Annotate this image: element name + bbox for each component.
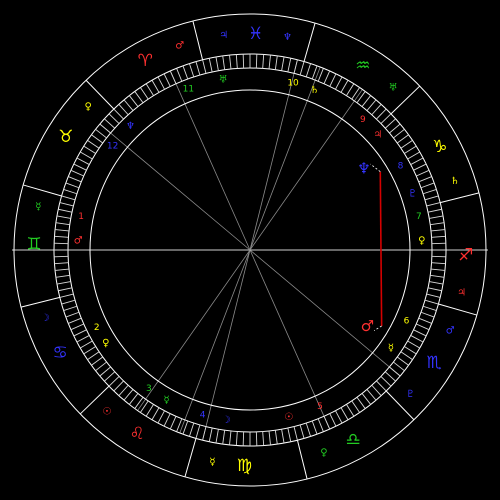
sign-pisces-ruler-glyph: ♃	[219, 30, 228, 41]
house-8-number: 8	[398, 162, 404, 172]
house-6-ruler-glyph: ☿	[388, 343, 394, 354]
house-5-number: 5	[317, 402, 323, 412]
house-12-number: 12	[107, 141, 118, 151]
sign-taurus-glyph: ♉	[58, 127, 73, 147]
house-10-number: 10	[287, 78, 299, 88]
house-7-number: 7	[416, 212, 422, 222]
sign-leo-ruler-glyph: ☉	[102, 406, 111, 417]
house-9-number: 9	[360, 115, 366, 125]
house-3-ruler-glyph: ☿	[164, 395, 170, 406]
sign-leo-glyph: ♌	[130, 424, 145, 444]
house-4-number: 4	[200, 410, 206, 420]
sign-aquarius-ruler-glyph: ♅	[389, 83, 398, 94]
house-9-ruler-glyph: ♃	[373, 129, 382, 140]
sign-taurus-ruler-glyph: ♀	[85, 101, 92, 112]
sign-libra-ruler-glyph: ♀	[320, 447, 327, 458]
sign-scorpio-ruler-glyph: ♇	[406, 389, 415, 400]
sign-cancer-ruler-glyph: ☽	[41, 313, 50, 324]
sign-sagittarius-ruler-glyph: ♃	[457, 288, 466, 299]
house-12-ruler-glyph: ♆	[126, 121, 135, 132]
sign-aquarius-glyph: ♒	[355, 56, 370, 76]
sign-cancer-glyph: ♋	[53, 343, 68, 363]
house-11-ruler-glyph: ♅	[219, 75, 228, 86]
house-8-ruler-glyph: ♇	[408, 189, 417, 200]
sign-capricorn-glyph: ♑	[432, 137, 447, 157]
house-10-ruler-glyph: ♄	[310, 85, 319, 96]
sign-scorpio-ruler-glyph: ♂	[446, 325, 455, 336]
sign-aries-ruler-glyph: ♂	[175, 40, 184, 51]
sign-scorpio-glyph: ♏	[427, 353, 442, 373]
sign-sagittarius-glyph: ♐	[458, 246, 473, 266]
neptune-planet-glyph: ♆	[357, 160, 370, 178]
sign-gemini-ruler-glyph: ☿	[35, 201, 41, 212]
house-3-number: 3	[146, 384, 152, 394]
house-6-number: 6	[404, 316, 410, 326]
house-1-ruler-glyph: ♂	[74, 235, 83, 246]
house-2-number: 2	[94, 323, 100, 333]
sign-virgo-glyph: ♍	[237, 456, 252, 476]
sign-virgo-ruler-glyph: ☿	[209, 457, 215, 468]
house-1-number: 1	[78, 212, 84, 222]
house-11-number: 11	[183, 84, 194, 94]
sign-aries-glyph: ♈	[138, 51, 153, 71]
house-7-ruler-glyph: ♀	[418, 235, 425, 246]
house-5-ruler-glyph: ☉	[284, 412, 293, 423]
natal-chart-wheel: ♈♂♉♀♊☿♋☽♌☉♍☿♎♀♏♇♂♐♃♑♄♒♅♓ ♆♃ 1♂2♀3☿4 ☽5☉6☿7…	[0, 0, 500, 500]
sign-pisces-ruler-glyph: ♆	[283, 32, 292, 43]
sign-libra-glyph: ♎	[345, 430, 360, 450]
sign-capricorn-ruler-glyph: ♄	[450, 176, 459, 187]
house-2-ruler-glyph: ♀	[102, 338, 109, 349]
mars-planet-glyph: ♂	[361, 317, 374, 335]
house-4-ruler-glyph: ☽	[222, 415, 231, 426]
sign-gemini-glyph: ♊	[26, 234, 41, 254]
sign-pisces-glyph: ♓	[248, 24, 263, 44]
